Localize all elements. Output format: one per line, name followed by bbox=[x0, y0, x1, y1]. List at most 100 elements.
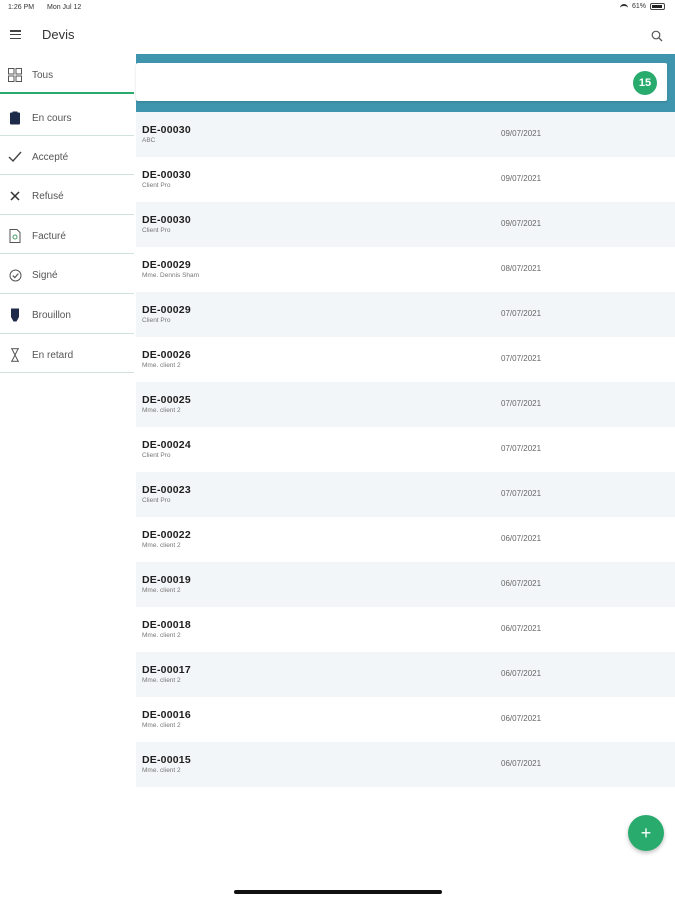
quote-date: 06/07/2021 bbox=[501, 714, 542, 723]
quote-number: DE-00029 bbox=[142, 304, 191, 316]
battery-icon bbox=[650, 3, 665, 10]
quote-date: 09/07/2021 bbox=[501, 129, 542, 138]
quote-client: Client Pro bbox=[142, 452, 171, 459]
sidebar-item-refuse[interactable]: Refusé bbox=[0, 176, 134, 216]
quote-number: DE-00018 bbox=[142, 619, 191, 631]
quote-client: Mme. client 2 bbox=[142, 407, 181, 414]
quote-client: Client Pro bbox=[142, 497, 171, 504]
sidebar-item-label: En cours bbox=[32, 112, 72, 124]
list-item[interactable]: DE-00017 Mme. client 2 06/07/2021 bbox=[136, 652, 675, 697]
divider bbox=[0, 214, 134, 215]
sidebar-item-label: Signé bbox=[32, 269, 58, 281]
quote-number: DE-00017 bbox=[142, 664, 191, 676]
divider bbox=[0, 174, 134, 175]
list-item[interactable]: DE-00019 Mme. client 2 06/07/2021 bbox=[136, 562, 675, 607]
quote-number: DE-00024 bbox=[142, 439, 191, 451]
divider bbox=[0, 135, 134, 136]
divider bbox=[0, 293, 134, 294]
quote-date: 06/07/2021 bbox=[501, 579, 542, 588]
divider bbox=[0, 253, 134, 254]
sidebar-item-signe[interactable]: Signé bbox=[0, 255, 134, 295]
active-indicator bbox=[0, 92, 134, 94]
quote-date: 07/07/2021 bbox=[501, 489, 542, 498]
battery-percent: 61% bbox=[631, 3, 646, 10]
list-item[interactable]: DE-00023 Client Pro 07/07/2021 bbox=[136, 472, 675, 517]
list-item[interactable]: DE-00016 Mme. client 2 06/07/2021 bbox=[136, 697, 675, 742]
quote-client: Mme. client 2 bbox=[142, 542, 181, 549]
quote-client: Mme. client 2 bbox=[142, 677, 181, 684]
quote-date: 06/07/2021 bbox=[501, 534, 542, 543]
quote-number: DE-00029 bbox=[142, 259, 191, 271]
quote-number: DE-00023 bbox=[142, 484, 191, 496]
quote-client: Client Pro bbox=[142, 182, 171, 189]
filter-card[interactable]: 15 bbox=[136, 63, 667, 101]
sidebar-item-en-retard[interactable]: En retard bbox=[0, 335, 134, 375]
list-item[interactable]: DE-00029 Client Pro 07/07/2021 bbox=[136, 292, 675, 337]
sidebar-item-label: Tous bbox=[32, 69, 54, 81]
list-item[interactable]: DE-00018 Mme. client 2 06/07/2021 bbox=[136, 607, 675, 652]
invoice-icon bbox=[8, 229, 22, 243]
quote-client: Mme. client 2 bbox=[142, 767, 181, 774]
quote-client: ABC bbox=[142, 137, 156, 144]
quote-date: 07/07/2021 bbox=[501, 444, 542, 453]
status-right: 61% bbox=[619, 3, 665, 10]
quote-date: 06/07/2021 bbox=[501, 624, 542, 633]
divider bbox=[0, 333, 134, 334]
quote-number: DE-00019 bbox=[142, 574, 191, 586]
signed-icon bbox=[8, 268, 22, 282]
quote-date: 06/07/2021 bbox=[501, 669, 542, 678]
list-item[interactable]: DE-00024 Client Pro 07/07/2021 bbox=[136, 427, 675, 472]
list-item[interactable]: DE-00030 ABC 09/07/2021 bbox=[136, 112, 675, 157]
quote-number: DE-00030 bbox=[142, 169, 191, 181]
list-item[interactable]: DE-00030 Client Pro 09/07/2021 bbox=[136, 157, 675, 202]
quote-client: Mme. client 2 bbox=[142, 587, 181, 594]
list-item[interactable]: DE-00029 Mme. Dennis Sham 08/07/2021 bbox=[136, 247, 675, 292]
sidebar: Tous En cours Accepté Refusé Facturé Sig… bbox=[0, 54, 134, 374]
grid-icon bbox=[8, 68, 22, 82]
quote-date: 07/07/2021 bbox=[501, 354, 542, 363]
hamburger-icon[interactable] bbox=[10, 30, 21, 39]
count-badge: 15 bbox=[633, 71, 657, 95]
sidebar-item-en-cours[interactable]: En cours bbox=[0, 98, 134, 138]
wifi-icon bbox=[619, 3, 628, 10]
quote-number: DE-00016 bbox=[142, 709, 191, 721]
close-icon bbox=[8, 189, 22, 203]
quote-date: 08/07/2021 bbox=[501, 264, 542, 273]
sidebar-item-label: Accepté bbox=[32, 151, 69, 163]
hourglass-icon bbox=[8, 348, 22, 362]
quote-client: Mme. client 2 bbox=[142, 632, 181, 639]
quote-client: Mme. client 2 bbox=[142, 362, 181, 369]
add-quote-button[interactable]: + bbox=[628, 815, 664, 851]
quote-date: 06/07/2021 bbox=[501, 759, 542, 768]
quote-number: DE-00015 bbox=[142, 754, 191, 766]
list-item[interactable]: DE-00022 Mme. client 2 06/07/2021 bbox=[136, 517, 675, 562]
list-item[interactable]: DE-00025 Mme. client 2 07/07/2021 bbox=[136, 382, 675, 427]
draft-icon bbox=[8, 308, 22, 322]
sidebar-item-tous[interactable]: Tous bbox=[0, 55, 134, 95]
quote-date: 07/07/2021 bbox=[501, 309, 542, 318]
status-bar: 1:26 PM Mon Jul 12 61% bbox=[0, 0, 675, 16]
quote-number: DE-00026 bbox=[142, 349, 191, 361]
quote-number: DE-00022 bbox=[142, 529, 191, 541]
status-time: 1:26 PM bbox=[8, 4, 35, 11]
sidebar-item-label: Brouillon bbox=[32, 309, 71, 321]
quote-client: Client Pro bbox=[142, 227, 171, 234]
quote-client: Mme. client 2 bbox=[142, 722, 181, 729]
sidebar-item-facture[interactable]: Facturé bbox=[0, 216, 134, 256]
search-icon[interactable] bbox=[651, 30, 663, 42]
home-indicator[interactable] bbox=[234, 890, 442, 894]
quote-number: DE-00030 bbox=[142, 214, 191, 226]
list-item[interactable]: DE-00015 Mme. client 2 06/07/2021 bbox=[136, 742, 675, 787]
checkmark-icon bbox=[8, 150, 22, 164]
quote-date: 07/07/2021 bbox=[501, 399, 542, 408]
sidebar-item-accepte[interactable]: Accepté bbox=[0, 137, 134, 177]
quote-date: 09/07/2021 bbox=[501, 219, 542, 228]
app-bar: Devis bbox=[0, 18, 675, 54]
page-title: Devis bbox=[42, 27, 75, 42]
sidebar-item-label: Refusé bbox=[32, 190, 64, 202]
sidebar-item-brouillon[interactable]: Brouillon bbox=[0, 295, 134, 335]
clipboard-icon bbox=[8, 111, 22, 125]
list-item[interactable]: DE-00026 Mme. client 2 07/07/2021 bbox=[136, 337, 675, 382]
quote-date: 09/07/2021 bbox=[501, 174, 542, 183]
list-item[interactable]: DE-00030 Client Pro 09/07/2021 bbox=[136, 202, 675, 247]
